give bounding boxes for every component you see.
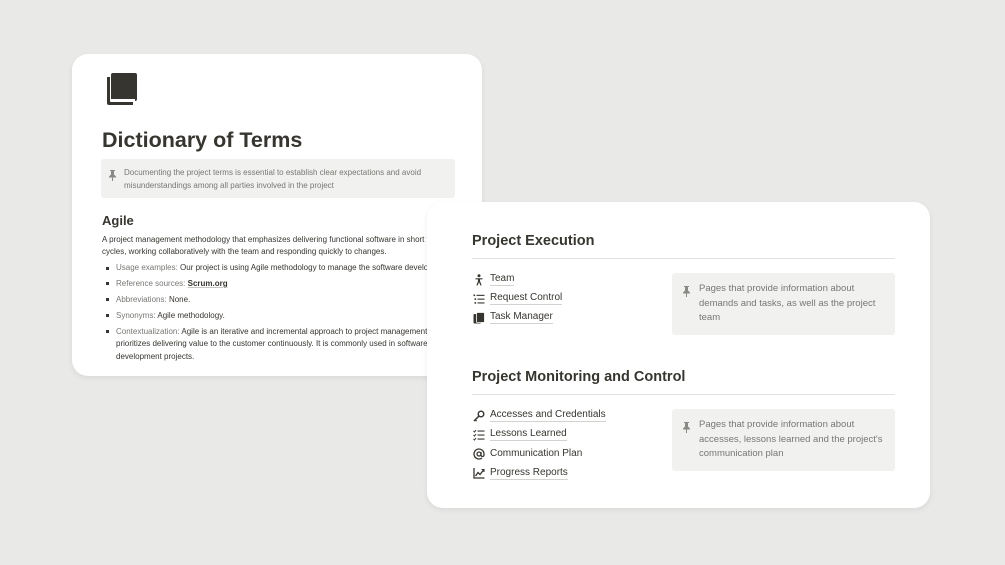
agile-heading: Agile (102, 213, 134, 228)
project-card: Project Execution Team Request Control T… (427, 202, 930, 508)
link-label: Accesses and Credentials (490, 409, 606, 423)
link-communication-plan[interactable]: Communication Plan (473, 444, 606, 463)
monitoring-links: Accesses and Credentials Lessons Learned (473, 406, 606, 483)
item-label: Contextualization: (116, 326, 180, 336)
link-team[interactable]: Team (473, 270, 562, 289)
list-item: Usage examples: Our project is using Agi… (106, 262, 482, 274)
section-title-monitoring: Project Monitoring and Control (472, 369, 686, 385)
link-label: Task Manager (490, 311, 553, 325)
bullet-icon (106, 330, 109, 334)
link-progress-reports[interactable]: Progress Reports (473, 464, 606, 483)
at-icon (473, 448, 485, 460)
page-title: Dictionary of Terms (102, 128, 303, 152)
chart-icon (473, 467, 485, 479)
agile-description-line: A project management methodology that em… (102, 235, 429, 244)
bullet-icon (106, 282, 109, 286)
link-label: Request Control (490, 292, 563, 306)
item-value: None. (168, 294, 191, 304)
list-item: Abbreviations: None. (106, 294, 482, 306)
agile-description: A project management methodology that em… (102, 234, 482, 259)
section-title-execution: Project Execution (472, 233, 595, 249)
pin-icon (108, 168, 117, 186)
bullet-icon (106, 314, 109, 318)
key-icon (473, 410, 485, 422)
link-label: Team (490, 273, 515, 287)
item-label: Usage examples: (116, 263, 178, 272)
list-item: Contextualization: Agile is an iterative… (106, 326, 482, 363)
checklist-icon (473, 429, 485, 441)
list-item: Synonyms: Agile methodology. (106, 310, 482, 322)
link-accesses-credentials[interactable]: Accesses and Credentials (473, 406, 606, 425)
item-value: Agile is an iterative and incremental ap… (181, 326, 428, 336)
agile-description-line: cycles, working collaboratively with the… (102, 247, 387, 257)
scrum-link[interactable]: Scrum.org (188, 279, 228, 288)
item-label: Reference sources: (116, 278, 186, 288)
item-label: Synonyms: (116, 310, 156, 320)
list-item: Reference sources: Scrum.org (106, 278, 482, 290)
bullet-icon (106, 266, 109, 270)
item-label: Abbreviations: (116, 294, 167, 304)
clipboard-icon (473, 312, 485, 324)
dictionary-card: Dictionary of Terms Documenting the proj… (72, 54, 482, 376)
person-icon (473, 273, 485, 286)
pin-icon (682, 284, 691, 302)
callout-text: Pages that provide information about dem… (699, 283, 876, 323)
item-value: Agile methodology. (157, 310, 225, 320)
dictionary-callout: Documenting the project terms is essenti… (101, 159, 455, 198)
link-lessons-learned[interactable]: Lessons Learned (473, 425, 606, 444)
list-icon (473, 293, 485, 305)
pin-icon (682, 420, 691, 438)
callout-text: Documenting the project terms is essenti… (124, 168, 422, 190)
link-label: Lessons Learned (490, 428, 567, 442)
callout-text: Pages that provide information about acc… (699, 419, 883, 459)
agile-details-list: Usage examples: Our project is using Agi… (106, 262, 482, 367)
link-label: Progress Reports (490, 466, 568, 480)
item-value: Our project is using Agile methodology t… (180, 263, 429, 272)
link-request-control[interactable]: Request Control (473, 289, 563, 308)
bullet-icon (106, 298, 109, 302)
execution-links: Team Request Control Task Manager (473, 270, 563, 328)
book-icon[interactable] (107, 73, 137, 105)
divider (472, 394, 895, 395)
monitoring-callout: Pages that provide information about acc… (672, 409, 895, 471)
link-task-manager[interactable]: Task Manager (473, 308, 562, 327)
divider (472, 258, 895, 259)
execution-callout: Pages that provide information about dem… (672, 273, 895, 335)
link-label: Communication Plan (490, 448, 583, 460)
